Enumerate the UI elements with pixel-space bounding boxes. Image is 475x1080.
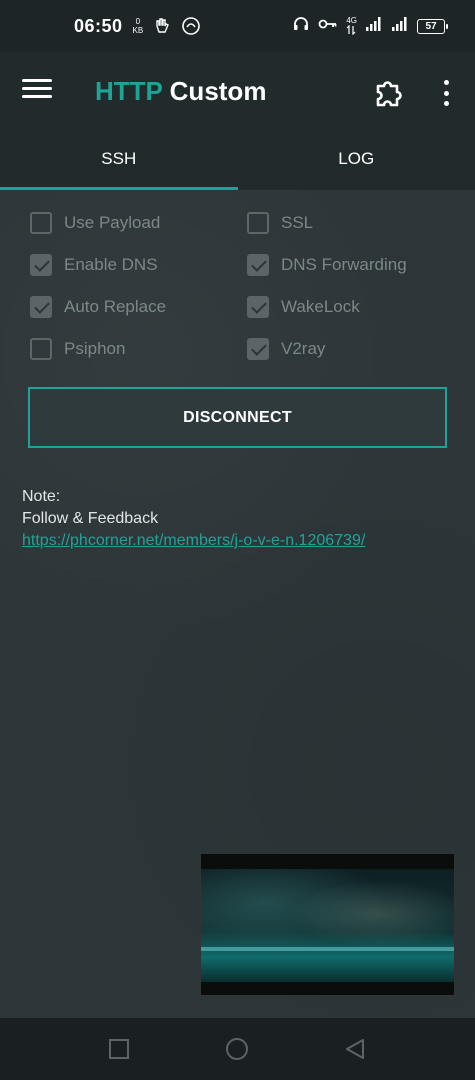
status-time: 06:50 xyxy=(74,15,123,36)
option-auto-replace[interactable]: Auto Replace xyxy=(30,296,247,318)
battery-icon: 57 xyxy=(417,18,448,34)
tab-bar: SSH LOG xyxy=(0,132,475,190)
network-type-label: 4G xyxy=(346,15,357,25)
option-ssl[interactable]: SSL xyxy=(247,212,447,234)
option-label: V2ray xyxy=(281,339,326,358)
disconnect-button[interactable]: DISCONNECT xyxy=(28,387,447,448)
status-right-group: 4G 57 xyxy=(292,15,448,38)
data-rate: 0 KB xyxy=(133,17,144,35)
note-section: Note: Follow & Feedback https://phcorner… xyxy=(22,486,365,552)
signal-icon xyxy=(391,16,409,37)
navigation-bar xyxy=(0,1018,475,1080)
option-enable-dns[interactable]: Enable DNS xyxy=(30,254,247,276)
signal-icon xyxy=(365,16,383,37)
network-type: 4G xyxy=(346,16,357,37)
option-label: WakeLock xyxy=(281,297,360,316)
app-bar: HTTP Custom xyxy=(0,52,475,132)
option-label: Use Payload xyxy=(64,213,161,232)
tab-log[interactable]: LOG xyxy=(238,132,475,190)
checkbox-auto-replace[interactable] xyxy=(30,296,52,318)
app-title: HTTP Custom xyxy=(95,76,266,107)
option-label: Auto Replace xyxy=(64,297,167,316)
options-grid: Use Payload SSL Enable DNS DNS Forwardin… xyxy=(30,212,450,360)
option-wakelock[interactable]: WakeLock xyxy=(247,296,447,318)
checkbox-wakelock[interactable] xyxy=(247,296,269,318)
checkbox-enable-dns[interactable] xyxy=(30,254,52,276)
app-title-http: HTTP xyxy=(95,76,163,106)
checkbox-v2ray[interactable] xyxy=(247,338,269,360)
option-use-payload[interactable]: Use Payload xyxy=(30,212,247,234)
option-label: DNS Forwarding xyxy=(281,255,407,274)
note-line: Follow & Feedback xyxy=(22,510,159,527)
note-heading: Note: xyxy=(22,488,61,505)
checkbox-psiphon[interactable] xyxy=(30,338,52,360)
option-label: Psiphon xyxy=(64,339,126,358)
option-label: SSL xyxy=(281,213,314,232)
checkbox-ssl[interactable] xyxy=(247,212,269,234)
feedback-link[interactable]: https://phcorner.net/members/j-o-v-e-n.1… xyxy=(22,532,365,549)
puzzle-icon[interactable] xyxy=(372,76,406,110)
battery-level: 57 xyxy=(425,20,437,32)
data-rate-unit: KB xyxy=(132,26,144,35)
video-frame xyxy=(201,869,454,982)
circle-logo-icon xyxy=(181,16,201,36)
checkbox-dns-forwarding[interactable] xyxy=(247,254,269,276)
option-v2ray[interactable]: V2ray xyxy=(247,338,447,360)
back-triangle-icon[interactable] xyxy=(343,1037,367,1061)
app-title-custom: Custom xyxy=(169,76,267,106)
home-circle-icon[interactable] xyxy=(225,1037,249,1061)
checkbox-use-payload[interactable] xyxy=(30,212,52,234)
more-vert-icon[interactable] xyxy=(436,78,456,108)
hand-icon xyxy=(153,17,171,35)
video-overlay[interactable] xyxy=(200,853,455,996)
data-arrows-icon xyxy=(346,24,357,37)
key-icon xyxy=(318,17,338,36)
option-psiphon[interactable]: Psiphon xyxy=(30,338,247,360)
recents-square-icon[interactable] xyxy=(107,1037,131,1061)
option-dns-forwarding[interactable]: DNS Forwarding xyxy=(247,254,447,276)
menu-icon[interactable] xyxy=(22,79,52,105)
tab-ssh[interactable]: SSH xyxy=(0,132,238,190)
data-rate-value: 0 xyxy=(135,17,141,26)
option-label: Enable DNS xyxy=(64,255,158,274)
headset-icon xyxy=(292,15,310,38)
status-bar: 06:50 0 KB 4G 57 xyxy=(0,0,475,52)
